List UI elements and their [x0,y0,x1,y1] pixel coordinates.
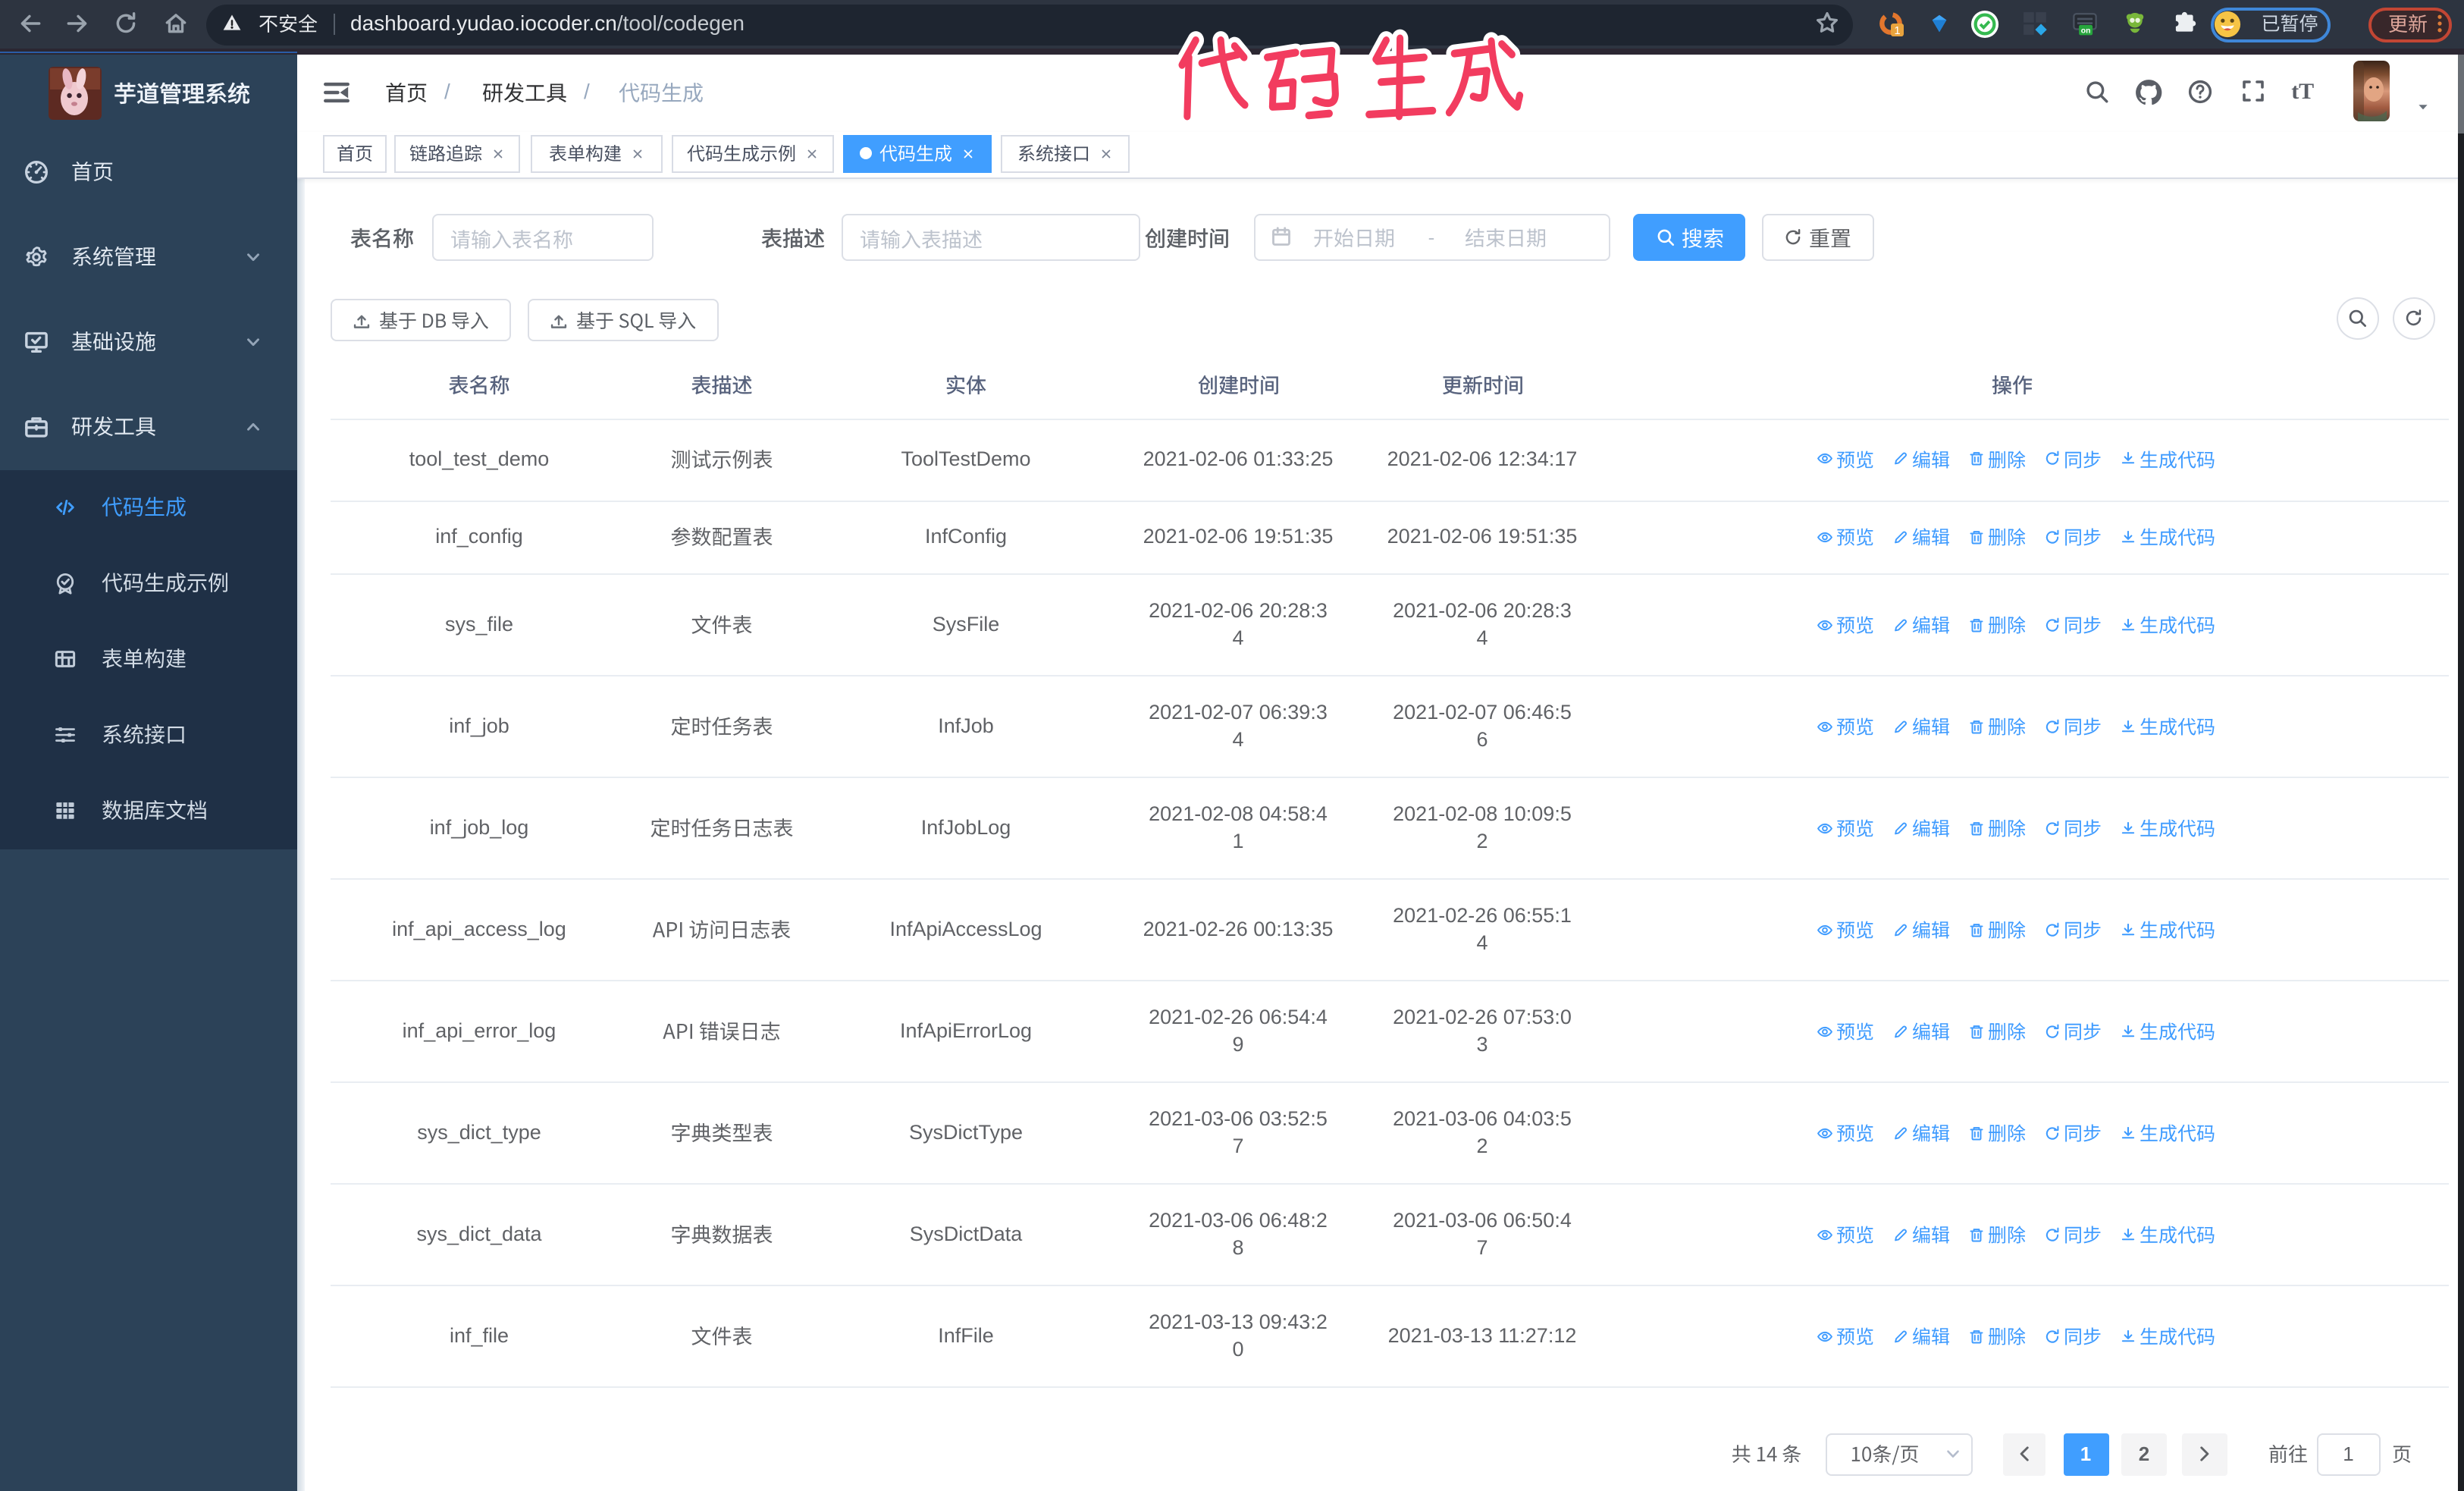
svg-text:on: on [2082,27,2092,35]
svg-text:1: 1 [1893,25,1899,36]
